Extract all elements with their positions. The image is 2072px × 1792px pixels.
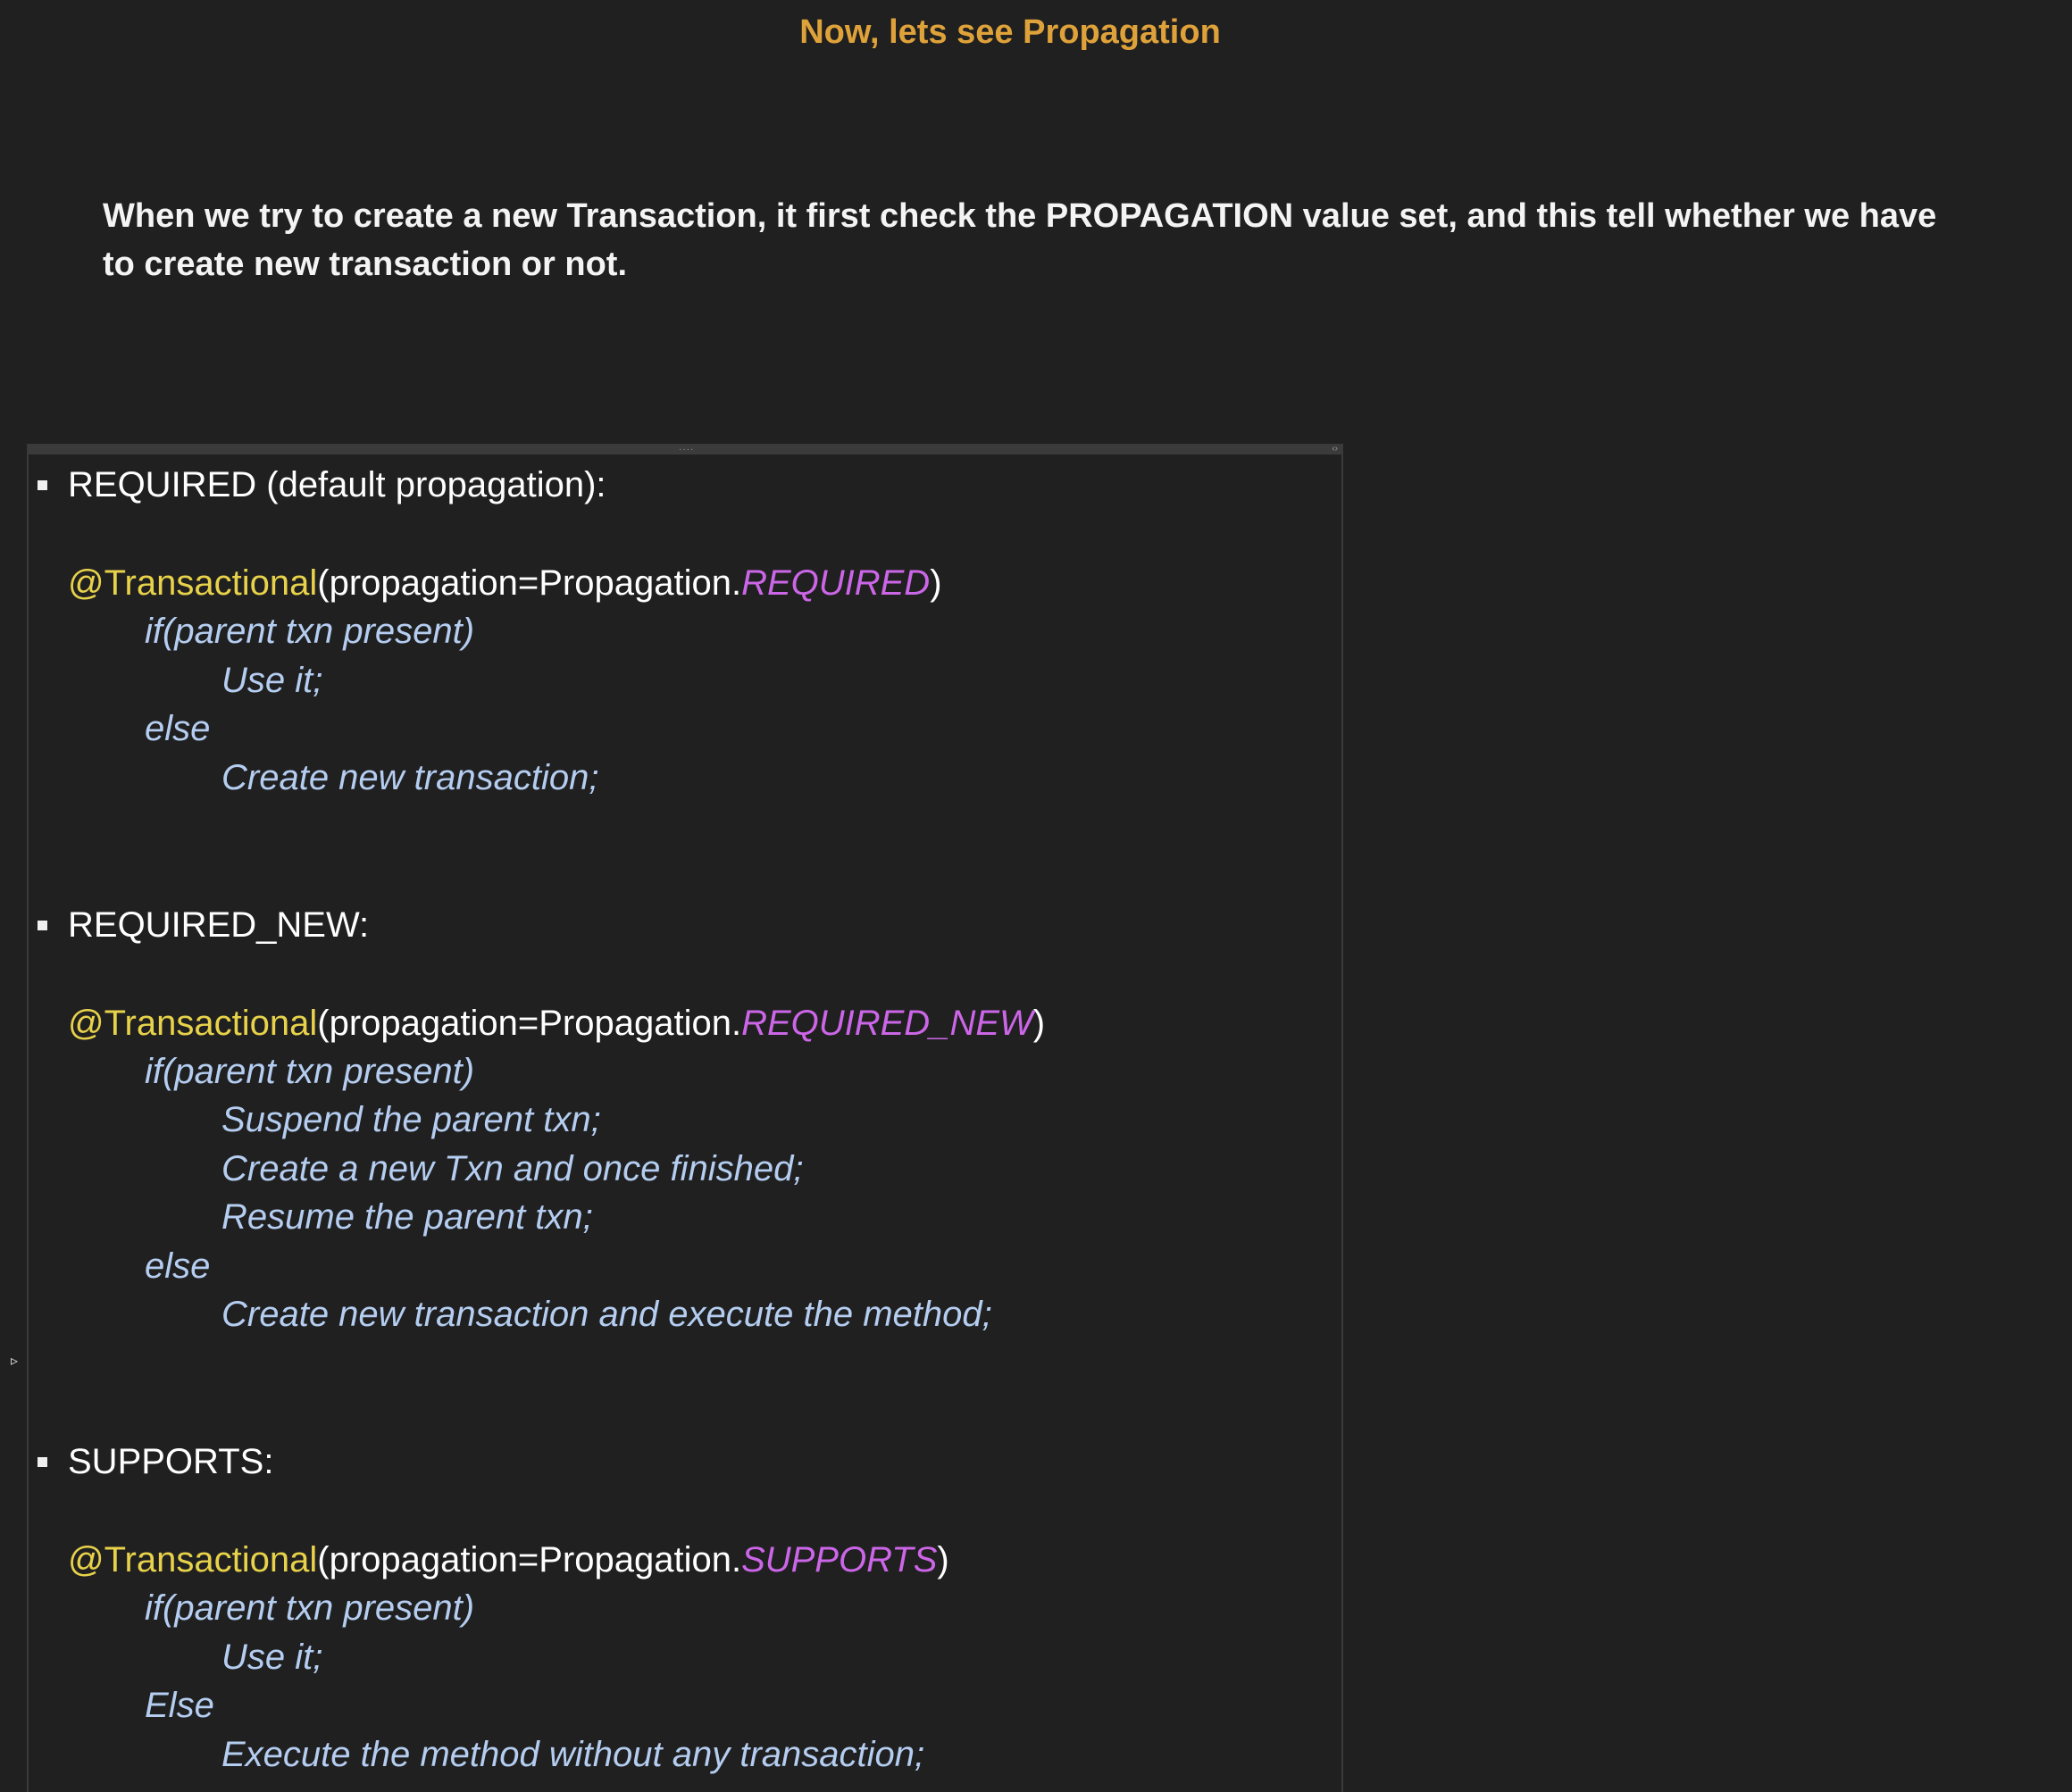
annotation-line: @Transactional(propagation=Propagation.S… [68, 1536, 949, 1584]
code-line: Execute the method without any transacti… [221, 1735, 925, 1774]
enum-value: SUPPORTS [741, 1540, 938, 1579]
annotation-line: @Transactional(propagation=Propagation.R… [68, 999, 1045, 1047]
resize-arrows-icon[interactable]: ‹› [1332, 445, 1338, 454]
annotation-close: ) [930, 563, 942, 603]
container-drag-bar[interactable]: ···· ‹› [29, 445, 1341, 454]
code-line: Create a new Txn and once finished; [221, 1149, 804, 1188]
code-line: Suspend the parent txn; [221, 1100, 601, 1139]
annotation-name: @Transactional [68, 1540, 318, 1579]
annotation-close: ) [1032, 1004, 1046, 1043]
section-heading: REQUIRED (default propagation): [68, 465, 606, 504]
enum-value: REQUIRED [741, 563, 931, 603]
annotation-line: @Transactional(propagation=Propagation.R… [68, 559, 942, 607]
code-line: else [145, 1246, 211, 1286]
enum-value: REQUIRED_NEW [741, 1004, 1033, 1043]
annotation-name: @Transactional [68, 1004, 318, 1043]
bullet-icon [38, 1457, 47, 1467]
code-line: Create new transaction and execute the m… [221, 1295, 992, 1334]
content-container: ···· ‹› REQUIRED (default propagation): … [27, 444, 1343, 1792]
annotation-args: (propagation=Propagation. [317, 1540, 742, 1579]
code-line: if(parent txn present) [145, 1052, 475, 1091]
section-heading: REQUIRED_NEW: [68, 905, 370, 945]
insert-marker-icon[interactable]: ▹ [11, 1354, 23, 1370]
intro-paragraph: When we try to create a new Transaction,… [103, 197, 1937, 283]
code-line: Use it; [221, 661, 323, 700]
annotation-args: (propagation=Propagation. [317, 563, 742, 603]
code-line: else [145, 709, 211, 748]
bullet-icon [38, 921, 47, 930]
annotation-args: (propagation=Propagation. [317, 1004, 742, 1043]
annotation-close: ) [937, 1540, 949, 1579]
drag-grip-icon[interactable]: ···· [679, 446, 694, 454]
code-line: if(parent txn present) [145, 1588, 475, 1628]
code-line: if(parent txn present) [145, 612, 475, 651]
code-line: Resume the parent txn; [221, 1197, 593, 1237]
code-line: Else [145, 1686, 214, 1725]
bullet-icon [38, 480, 47, 490]
code-line: Use it; [221, 1638, 323, 1677]
code-line: Create new transaction; [221, 758, 599, 797]
section-heading: SUPPORTS: [68, 1442, 274, 1481]
annotation-name: @Transactional [68, 563, 318, 603]
page-title: Now, lets see Propagation [799, 13, 1221, 51]
